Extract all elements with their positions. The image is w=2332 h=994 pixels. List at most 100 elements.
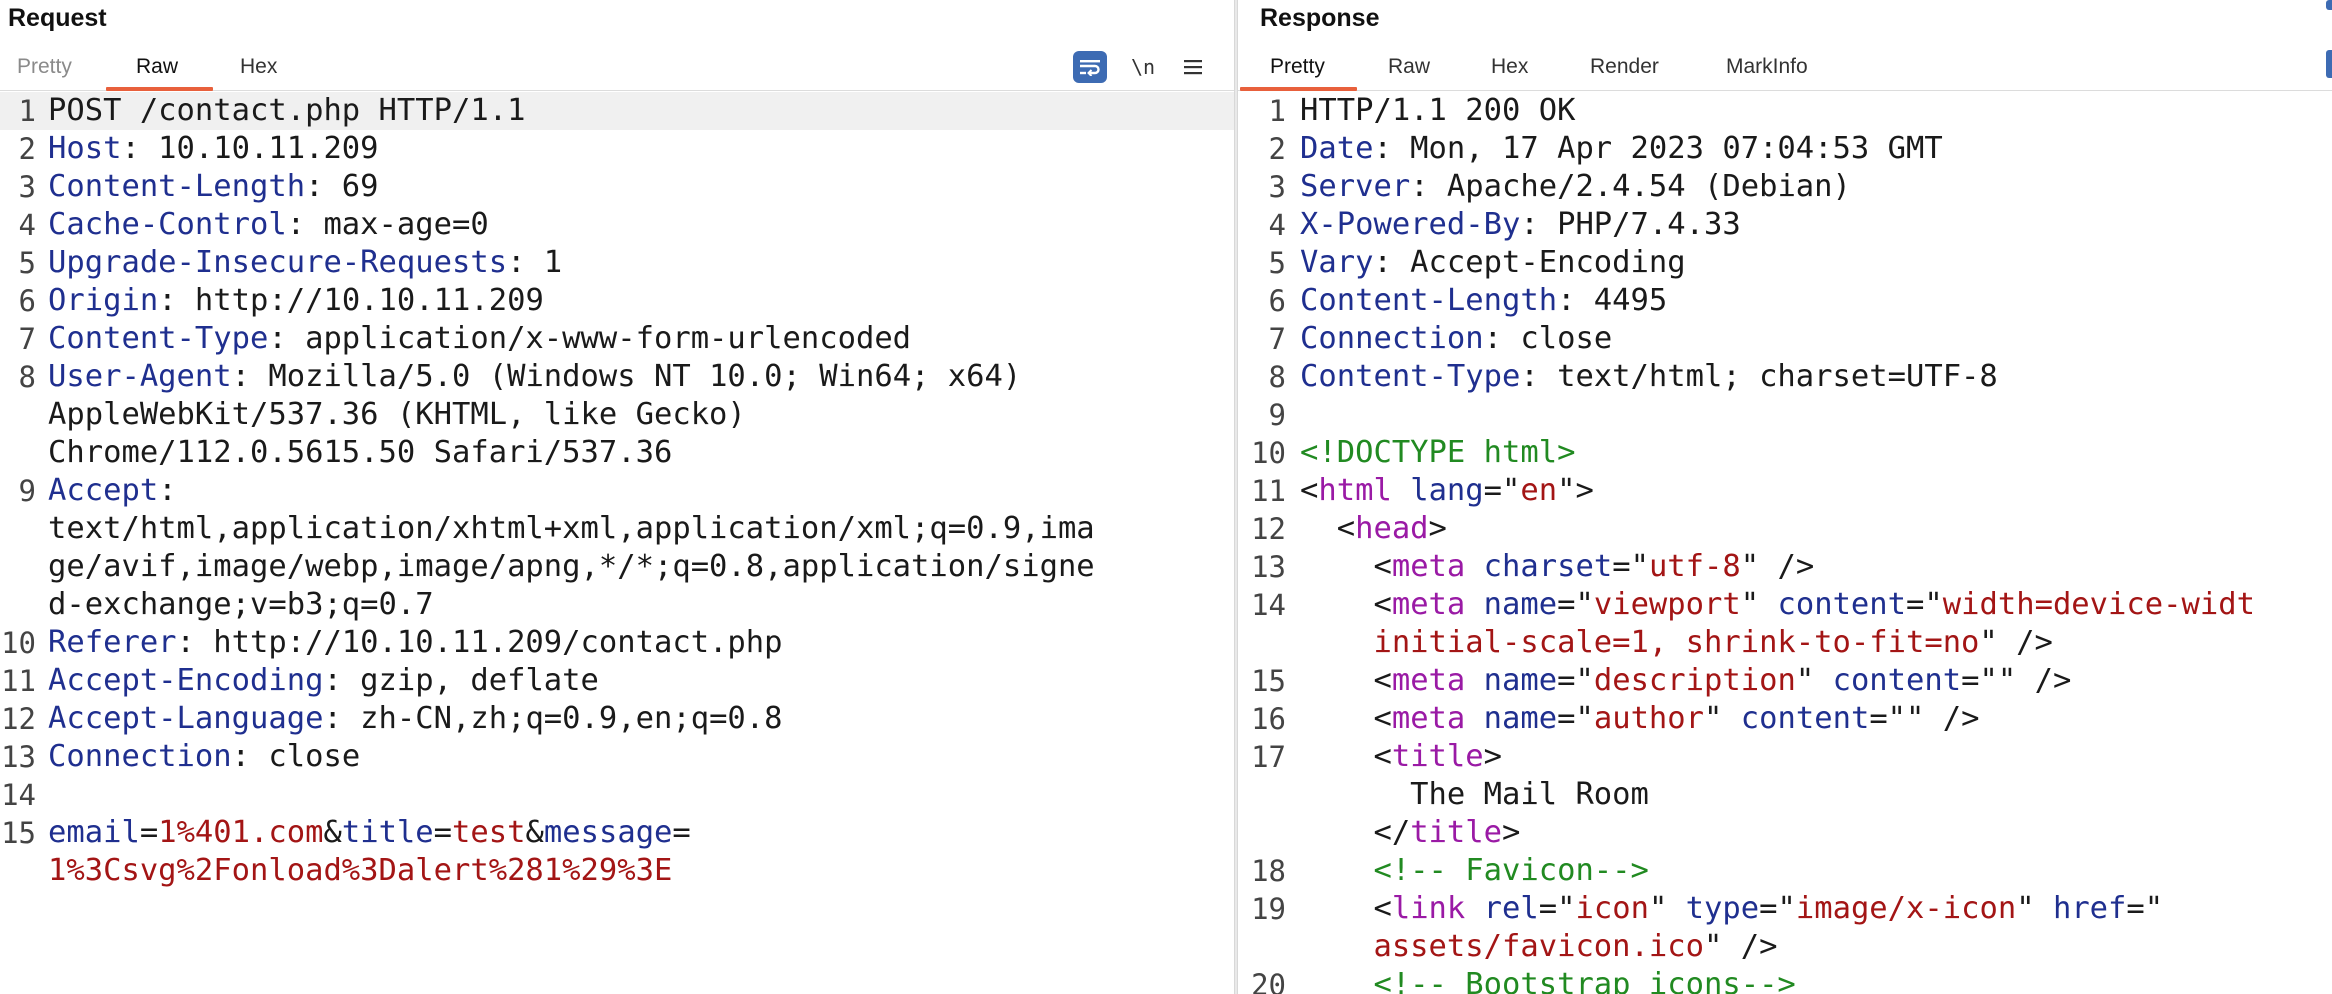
code-line: initial-scale=1, shrink-to-fit=no" /> bbox=[1238, 624, 2332, 662]
code-token: content bbox=[1777, 587, 1907, 622]
request-tab-raw[interactable]: Raw bbox=[136, 46, 178, 90]
hamburger-menu-icon[interactable] bbox=[1176, 50, 1210, 84]
code-token: width=device-widt bbox=[1942, 587, 2255, 622]
code-token: " bbox=[1740, 587, 1778, 622]
newline-toggle-icon[interactable]: \n bbox=[1126, 50, 1160, 84]
line-code: Content-Length: 4495 bbox=[1300, 282, 1667, 320]
code-line: assets/favicon.ico" /> bbox=[1238, 928, 2332, 966]
code-token: author bbox=[1593, 701, 1705, 736]
line-code: d-exchange;v=b3;q=0.7 bbox=[48, 586, 434, 624]
response-tab-pretty[interactable]: Pretty bbox=[1270, 46, 1325, 90]
code-token: test bbox=[452, 815, 526, 850]
code-token: <!DOCTYPE html> bbox=[1300, 435, 1576, 470]
line-number: 3 bbox=[18, 170, 36, 204]
wrap-lines-icon[interactable] bbox=[1073, 51, 1107, 83]
code-token: content bbox=[1832, 663, 1962, 698]
line-number: 9 bbox=[18, 474, 36, 508]
response-toolbar-edge-button[interactable] bbox=[2326, 50, 2332, 78]
line-number: 9 bbox=[1268, 398, 1286, 432]
line-code: Content-Length: 69 bbox=[48, 168, 379, 206]
code-token: title bbox=[1410, 815, 1503, 850]
line-code: <!-- Bootstrap icons--> bbox=[1300, 966, 1795, 994]
code-token: < bbox=[1300, 473, 1319, 508]
code-token: : max-age=0 bbox=[286, 207, 489, 242]
line-number: 18 bbox=[1251, 854, 1286, 888]
code-token: " bbox=[1704, 701, 1741, 736]
code-line: 2 Host: 10.10.11.209 bbox=[0, 130, 1234, 168]
code-token: User-Agent bbox=[48, 359, 232, 394]
code-line: 5 Vary: Accept-Encoding bbox=[1238, 244, 2332, 282]
code-line: 6 Origin: http://10.10.11.209 bbox=[0, 282, 1234, 320]
line-code: </title> bbox=[1300, 814, 1520, 852]
response-tab-markinfo[interactable]: MarkInfo bbox=[1726, 46, 1808, 90]
line-code: AppleWebKit/537.36 (KHTML, like Gecko) bbox=[48, 396, 746, 434]
response-tab-render[interactable]: Render bbox=[1590, 46, 1659, 90]
line-code: <head> bbox=[1300, 510, 1447, 548]
request-editor[interactable]: 1 POST /contact.php HTTP/1.1 2 Host: 10.10.… bbox=[0, 92, 1234, 994]
line-number: 7 bbox=[1268, 322, 1286, 356]
response-top-edge-button[interactable] bbox=[2326, 0, 2332, 10]
code-line: 15 email=1%401.com&title=test&message= bbox=[0, 814, 1234, 852]
line-code: Chrome/112.0.5615.50 Safari/537.36 bbox=[48, 434, 672, 472]
line-number: 10 bbox=[1251, 436, 1286, 470]
code-token: : Apache/2.4.54 (Debian) bbox=[1410, 169, 1851, 204]
code-token: message bbox=[543, 815, 673, 850]
line-code: initial-scale=1, shrink-to-fit=no" /> bbox=[1300, 624, 2052, 662]
code-token: name bbox=[1483, 663, 1558, 698]
code-token: : text/html; charset=UTF-8 bbox=[1520, 359, 1998, 394]
request-tab-pretty[interactable]: Pretty bbox=[17, 46, 72, 90]
line-code: Origin: http://10.10.11.209 bbox=[48, 282, 544, 320]
code-token: < bbox=[1300, 587, 1392, 622]
code-token: <!-- Favicon--> bbox=[1300, 853, 1649, 888]
request-tab-hex[interactable]: Hex bbox=[240, 46, 277, 90]
code-token: head bbox=[1355, 511, 1429, 546]
code-token: =" bbox=[1557, 701, 1594, 736]
code-line: 3 Server: Apache/2.4.54 (Debian) bbox=[1238, 168, 2332, 206]
code-token: meta bbox=[1391, 587, 1466, 622]
line-number: 1 bbox=[1268, 94, 1286, 128]
line-number: 16 bbox=[1251, 702, 1286, 736]
code-line: 10 <!DOCTYPE html> bbox=[1238, 434, 2332, 472]
response-editor[interactable]: 1 HTTP/1.1 200 OK 2 Date: Mon, 17 Apr 2023 … bbox=[1238, 92, 2332, 994]
line-code: Upgrade-Insecure-Requests: 1 bbox=[48, 244, 562, 282]
code-token: =" bbox=[1483, 473, 1521, 508]
request-title: Request bbox=[8, 4, 107, 32]
line-code: email=1%401.com&title=test&message= bbox=[48, 814, 691, 852]
line-number: 12 bbox=[1251, 512, 1286, 546]
code-token: =" bbox=[1557, 587, 1594, 622]
code-token: : close bbox=[1483, 321, 1613, 356]
code-token: viewport bbox=[1593, 587, 1741, 622]
line-number: 7 bbox=[18, 322, 36, 356]
line-number: 6 bbox=[1268, 284, 1286, 318]
request-tabbar: Pretty Raw Hex \n bbox=[0, 46, 1234, 91]
line-number: 20 bbox=[1251, 968, 1286, 994]
code-line: 2 Date: Mon, 17 Apr 2023 07:04:53 GMT bbox=[1238, 130, 2332, 168]
code-line: 10 Referer: http://10.10.11.209/contact.p… bbox=[0, 624, 1234, 662]
response-tab-hex[interactable]: Hex bbox=[1491, 46, 1528, 90]
code-token: : gzip, deflate bbox=[323, 663, 599, 698]
code-token: =" bbox=[1759, 891, 1796, 926]
code-token: : close bbox=[231, 739, 361, 774]
code-line: text/html,application/xhtml+xml,applicat… bbox=[0, 510, 1234, 548]
line-code: <!-- Favicon--> bbox=[1300, 852, 1649, 890]
http-message-viewer: Request Pretty Raw Hex \n 1 POST /contac… bbox=[0, 0, 2332, 994]
code-token: X-Powered-By bbox=[1300, 207, 1521, 242]
line-code: <html lang="en"> bbox=[1300, 472, 1594, 510]
code-token: =" bbox=[1612, 549, 1649, 584]
code-line: 13 <meta charset="utf-8" /> bbox=[1238, 548, 2332, 586]
response-tab-raw[interactable]: Raw bbox=[1388, 46, 1430, 90]
code-line: </title> bbox=[1238, 814, 2332, 852]
code-token: description bbox=[1593, 663, 1796, 698]
line-code: <meta name="description" content="" /> bbox=[1300, 662, 2071, 700]
code-line: 13 Connection: close bbox=[0, 738, 1234, 776]
code-token: : Accept-Encoding bbox=[1373, 245, 1686, 280]
code-token: Content-Type bbox=[48, 321, 269, 356]
code-line: 3 Content-Length: 69 bbox=[0, 168, 1234, 206]
code-token: Server bbox=[1300, 169, 1411, 204]
line-code: Accept-Language: zh-CN,zh;q=0.9,en;q=0.8 bbox=[48, 700, 783, 738]
line-number: 19 bbox=[1251, 892, 1286, 926]
code-line: 14 bbox=[0, 776, 1234, 814]
